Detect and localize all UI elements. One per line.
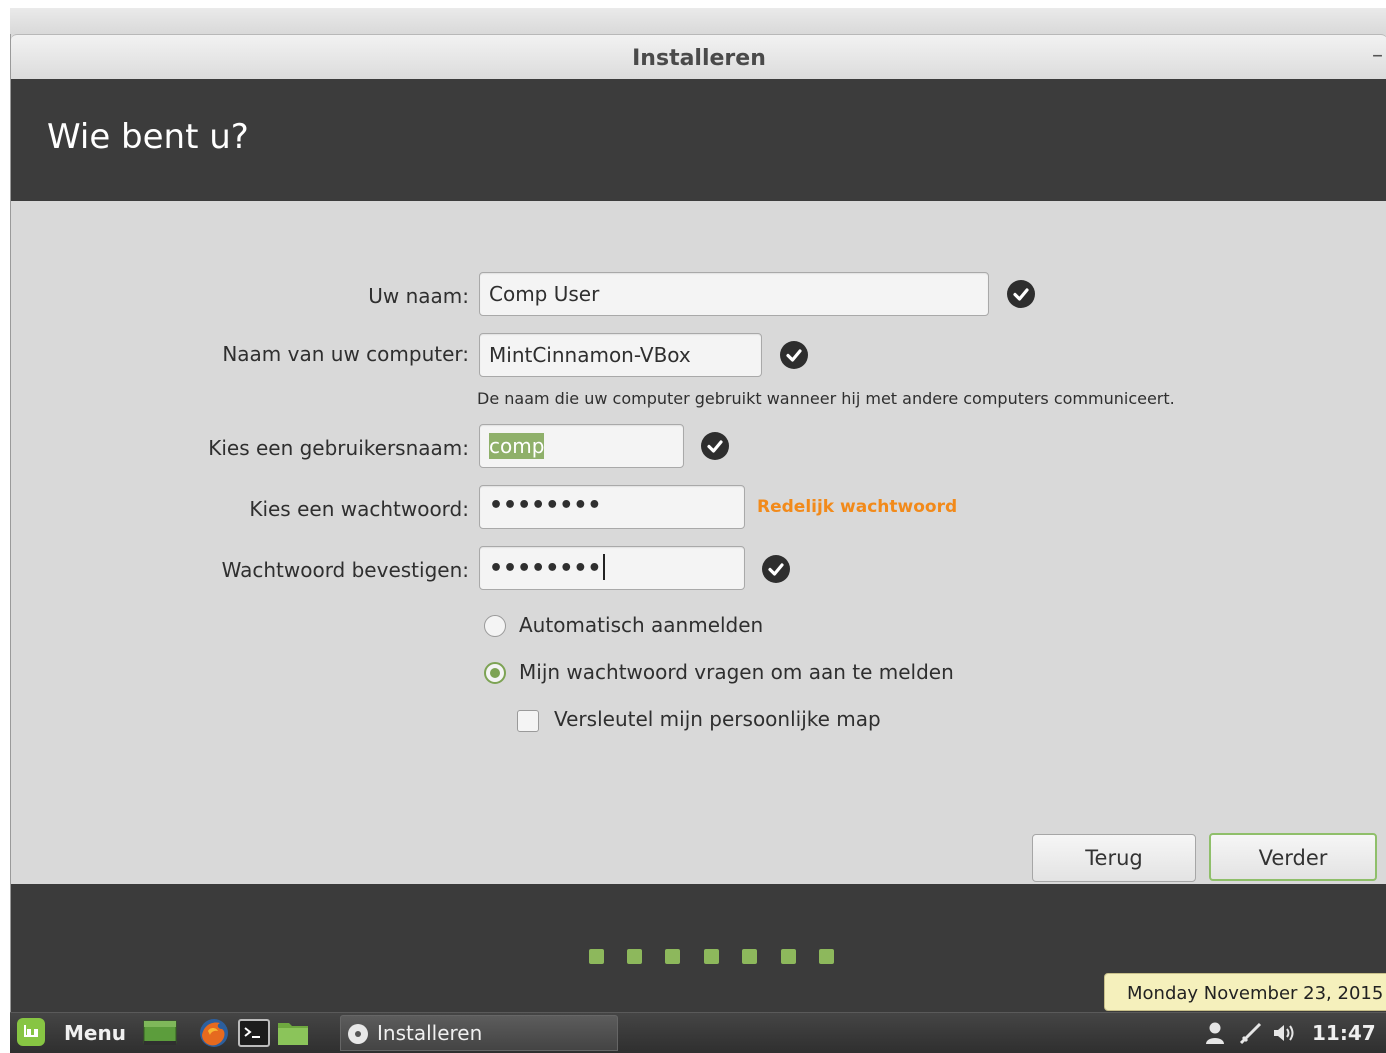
ask-password-label[interactable]: Mijn wachtwoord vragen om aan te melden	[519, 660, 954, 684]
confirm-password-input[interactable]: ••••••••	[479, 546, 745, 590]
files-icon[interactable]	[276, 1019, 310, 1047]
computer-name-value: MintCinnamon-VBox	[489, 343, 691, 367]
clock[interactable]: 11:47	[1312, 1021, 1376, 1045]
confirm-valid-checkmark-icon	[762, 555, 790, 583]
next-button[interactable]: Verder	[1209, 833, 1377, 881]
menu-label[interactable]: Menu	[64, 1021, 126, 1045]
date-tooltip: Monday November 23, 2015	[1104, 973, 1386, 1011]
window-titlebar[interactable]: Installeren –	[11, 34, 1386, 80]
mint-menu-icon[interactable]	[16, 1017, 46, 1047]
progress-step-5	[742, 949, 757, 964]
ask-password-radio[interactable]	[484, 662, 506, 684]
password-strength-label: Redelijk wachtwoord	[757, 497, 958, 517]
username-value: comp	[489, 433, 545, 459]
page-header: Wie bent u?	[11, 79, 1386, 201]
encrypt-home-checkbox[interactable]	[517, 710, 539, 732]
computer-name-hint: De naam die uw computer gebruikt wanneer…	[477, 389, 1175, 408]
progress-step-3	[665, 949, 680, 964]
user-form: Uw naam: Comp User Naam van uw computer:…	[11, 201, 1386, 884]
password-input[interactable]: ••••••••	[479, 485, 745, 529]
page-title: Wie bent u?	[47, 117, 249, 157]
username-input[interactable]: comp	[479, 424, 684, 468]
terminal-icon[interactable]	[238, 1019, 270, 1047]
confirm-password-value: ••••••••	[489, 556, 602, 581]
firefox-icon[interactable]	[198, 1017, 230, 1049]
username-label: Kies een gebruikersnaam:	[208, 436, 469, 460]
taskbar-window-label: Installeren	[377, 1021, 483, 1045]
volume-icon[interactable]	[1272, 1022, 1298, 1044]
computer-name-label: Naam van uw computer:	[222, 342, 469, 366]
back-button[interactable]: Terug	[1032, 834, 1196, 882]
installer-icon	[348, 1024, 368, 1044]
progress-step-6	[781, 949, 796, 964]
auto-login-label[interactable]: Automatisch aanmelden	[519, 613, 763, 637]
password-value: ••••••••	[489, 493, 602, 518]
computer-valid-checkmark-icon	[780, 341, 808, 369]
show-desktop-icon[interactable]	[142, 1019, 178, 1047]
progress-step-1	[589, 949, 604, 964]
name-valid-checkmark-icon	[1007, 280, 1035, 308]
computer-name-input[interactable]: MintCinnamon-VBox	[479, 333, 762, 377]
network-icon[interactable]	[1238, 1021, 1264, 1045]
name-input[interactable]: Comp User	[479, 272, 989, 316]
user-icon[interactable]	[1204, 1021, 1226, 1045]
username-valid-checkmark-icon	[701, 432, 729, 460]
name-label: Uw naam:	[368, 284, 469, 308]
progress-step-4	[704, 949, 719, 964]
desktop-strip	[10, 8, 1386, 36]
taskbar-window-installer[interactable]: Installeren	[340, 1015, 618, 1051]
name-value: Comp User	[489, 282, 600, 306]
progress-step-7	[819, 949, 834, 964]
minimize-button[interactable]: –	[1372, 43, 1383, 68]
encrypt-home-label[interactable]: Versleutel mijn persoonlijke map	[554, 707, 881, 731]
auto-login-radio[interactable]	[484, 615, 506, 637]
text-caret	[602, 554, 605, 580]
progress-step-2	[627, 949, 642, 964]
window-title: Installeren	[632, 46, 766, 71]
taskbar: Menu Installeren 11:47	[10, 1012, 1386, 1053]
password-label: Kies een wachtwoord:	[249, 497, 469, 521]
confirm-password-label: Wachtwoord bevestigen:	[221, 558, 469, 582]
installer-window: Installeren – Wie bent u? Uw naam: Comp …	[10, 34, 1386, 1012]
